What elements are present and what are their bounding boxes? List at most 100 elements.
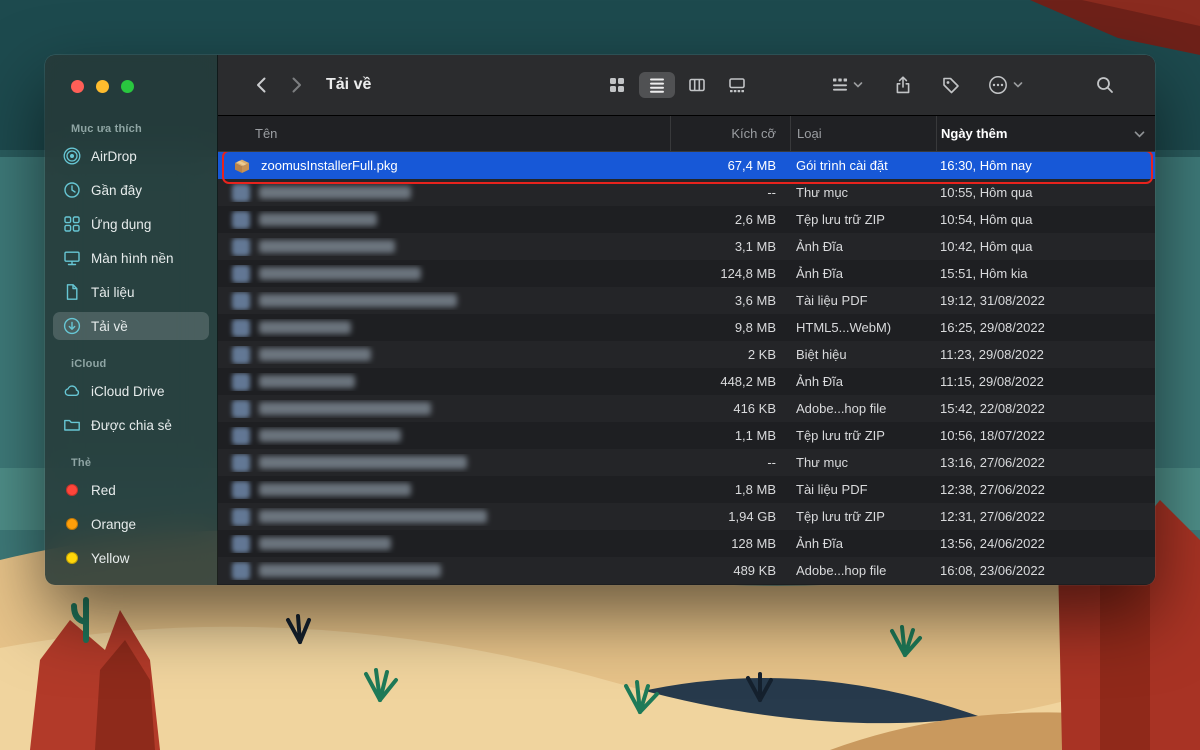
file-size: 128 MB	[670, 536, 790, 551]
sidebar-item-label: iCloud Drive	[91, 384, 165, 399]
view-gallery-button[interactable]	[719, 72, 755, 98]
file-icon-redacted	[232, 508, 250, 526]
sidebar-item-downloads[interactable]: Tải về	[53, 312, 209, 340]
file-name-redacted	[259, 267, 421, 280]
sidebar-item-airdrop[interactable]: AirDrop	[53, 142, 209, 170]
sidebar-item-recents[interactable]: Gần đây	[53, 176, 209, 204]
file-date: 16:25, 29/08/2022	[936, 320, 1155, 335]
sidebar-item-label: Tài liệu	[91, 285, 135, 300]
file-list[interactable]: zoomusInstallerFull.pkg 67,4 MB Gói trìn…	[218, 152, 1155, 585]
file-date: 12:38, 27/06/2022	[936, 482, 1155, 497]
file-list-area: zoomusInstallerFull.pkg 67,4 MB Gói trìn…	[218, 152, 1155, 585]
view-icons-button[interactable]	[599, 72, 635, 98]
file-kind: Ảnh Đĩa	[790, 239, 936, 254]
forward-button[interactable]	[286, 75, 306, 95]
file-name-redacted	[259, 375, 355, 388]
file-name: zoomusInstallerFull.pkg	[261, 158, 398, 173]
file-date: 16:30, Hôm nay	[936, 158, 1155, 173]
file-row[interactable]: zoomusInstallerFull.pkg 67,4 MB Gói trìn…	[218, 152, 1155, 179]
column-header-name[interactable]: Tên	[218, 116, 670, 151]
file-row[interactable]: 2 KB Biệt hiệu 11:23, 29/08/2022	[218, 341, 1155, 368]
file-kind: Tài liệu PDF	[790, 482, 936, 497]
file-date: 15:42, 22/08/2022	[936, 401, 1155, 416]
file-icon-redacted	[232, 184, 250, 202]
view-list-button[interactable]	[639, 72, 675, 98]
sidebar-item-tag-orange[interactable]: Orange	[53, 510, 209, 538]
sidebar-item-icloud-drive[interactable]: iCloud Drive	[53, 377, 209, 405]
file-row[interactable]: 1,8 MB Tài liệu PDF 12:38, 27/06/2022	[218, 476, 1155, 503]
file-icon-redacted	[232, 292, 250, 310]
minimize-window-button[interactable]	[96, 80, 109, 93]
file-date: 19:12, 31/08/2022	[936, 293, 1155, 308]
file-icon-redacted	[232, 562, 250, 580]
file-kind: Gói trình cài đặt	[790, 158, 936, 173]
column-header-date-added[interactable]: Ngày thêm	[936, 116, 1155, 151]
sidebar-item-applications[interactable]: Ứng dụng	[53, 210, 209, 238]
group-by-button[interactable]	[831, 76, 863, 94]
sort-direction-icon[interactable]	[1134, 126, 1145, 141]
file-size: 2,6 MB	[670, 212, 790, 227]
file-row[interactable]: 1,94 GB Tệp lưu trữ ZIP 12:31, 27/06/202…	[218, 503, 1155, 530]
file-size: 1,94 GB	[670, 509, 790, 524]
file-name-redacted	[259, 240, 395, 253]
file-size: 1,8 MB	[670, 482, 790, 497]
sidebar-item-desktop[interactable]: Màn hình nền	[53, 244, 209, 272]
file-name-redacted	[259, 483, 411, 496]
file-size: 2 KB	[670, 347, 790, 362]
file-row[interactable]: 124,8 MB Ảnh Đĩa 15:51, Hôm kia	[218, 260, 1155, 287]
file-row[interactable]: 448,2 MB Ảnh Đĩa 11:15, 29/08/2022	[218, 368, 1155, 395]
back-button[interactable]	[252, 75, 272, 95]
file-kind: Tệp lưu trữ ZIP	[790, 428, 936, 443]
file-date: 10:42, Hôm qua	[936, 239, 1155, 254]
sidebar-item-tag-red[interactable]: Red	[53, 476, 209, 504]
file-date: 12:31, 27/06/2022	[936, 509, 1155, 524]
file-row[interactable]: -- Thư mục 10:55, Hôm qua	[218, 179, 1155, 206]
airdrop-icon	[63, 147, 85, 165]
window-title: Tải về	[326, 76, 371, 94]
tag-dot-yellow	[66, 552, 78, 564]
shared-folder-icon	[63, 416, 85, 434]
more-options-button[interactable]	[987, 74, 1023, 96]
tags-button[interactable]	[941, 75, 961, 95]
search-button[interactable]	[1095, 75, 1115, 95]
file-name-redacted	[259, 321, 351, 334]
file-date: 13:16, 27/06/2022	[936, 455, 1155, 470]
file-kind: HTML5...WebM)	[790, 320, 936, 335]
file-row[interactable]: 489 KB Adobe...hop file 16:08, 23/06/202…	[218, 557, 1155, 584]
sidebar-item-tag-yellow[interactable]: Yellow	[53, 544, 209, 572]
file-kind: Tài liệu PDF	[790, 293, 936, 308]
file-row[interactable]: 128 MB Ảnh Đĩa 13:56, 24/06/2022	[218, 530, 1155, 557]
file-row[interactable]: 2,6 MB Tệp lưu trữ ZIP 10:54, Hôm qua	[218, 206, 1155, 233]
file-row[interactable]: 3,6 MB Tài liệu PDF 19:12, 31/08/2022	[218, 287, 1155, 314]
package-icon	[232, 156, 252, 176]
file-kind: Tệp lưu trữ ZIP	[790, 509, 936, 524]
file-name-redacted	[259, 429, 401, 442]
share-button[interactable]	[893, 75, 913, 95]
column-header-size[interactable]: Kích cỡ	[670, 116, 790, 151]
sidebar-item-shared[interactable]: Được chia sẻ	[53, 411, 209, 439]
file-icon-redacted	[232, 211, 250, 229]
file-row[interactable]: 1,1 MB Tệp lưu trữ ZIP 10:56, 18/07/2022	[218, 422, 1155, 449]
zoom-window-button[interactable]	[121, 80, 134, 93]
close-window-button[interactable]	[71, 80, 84, 93]
app-grid-icon	[63, 215, 85, 233]
file-date: 13:56, 24/06/2022	[936, 536, 1155, 551]
sidebar-item-label: Màn hình nền	[91, 251, 174, 266]
file-row[interactable]: -- Thư mục 13:16, 27/06/2022	[218, 449, 1155, 476]
file-icon-redacted	[232, 319, 250, 337]
file-date: 10:54, Hôm qua	[936, 212, 1155, 227]
view-columns-button[interactable]	[679, 72, 715, 98]
file-date: 11:23, 29/08/2022	[936, 347, 1155, 362]
sidebar-item-label: AirDrop	[91, 149, 137, 164]
file-row[interactable]: 9,8 MB HTML5...WebM) 16:25, 29/08/2022	[218, 314, 1155, 341]
file-row[interactable]: 3,1 MB Ảnh Đĩa 10:42, Hôm qua	[218, 233, 1155, 260]
sidebar-item-label: Được chia sẻ	[91, 418, 172, 433]
file-row[interactable]: 416 KB Adobe...hop file 15:42, 22/08/202…	[218, 395, 1155, 422]
file-kind: Adobe...hop file	[790, 401, 936, 416]
sidebar-item-label: Red	[91, 483, 116, 498]
file-icon-redacted	[232, 373, 250, 391]
column-header-kind[interactable]: Loại	[790, 116, 936, 151]
sidebar-item-documents[interactable]: Tài liệu	[53, 278, 209, 306]
file-name-redacted	[259, 510, 487, 523]
file-date: 10:56, 18/07/2022	[936, 428, 1155, 443]
